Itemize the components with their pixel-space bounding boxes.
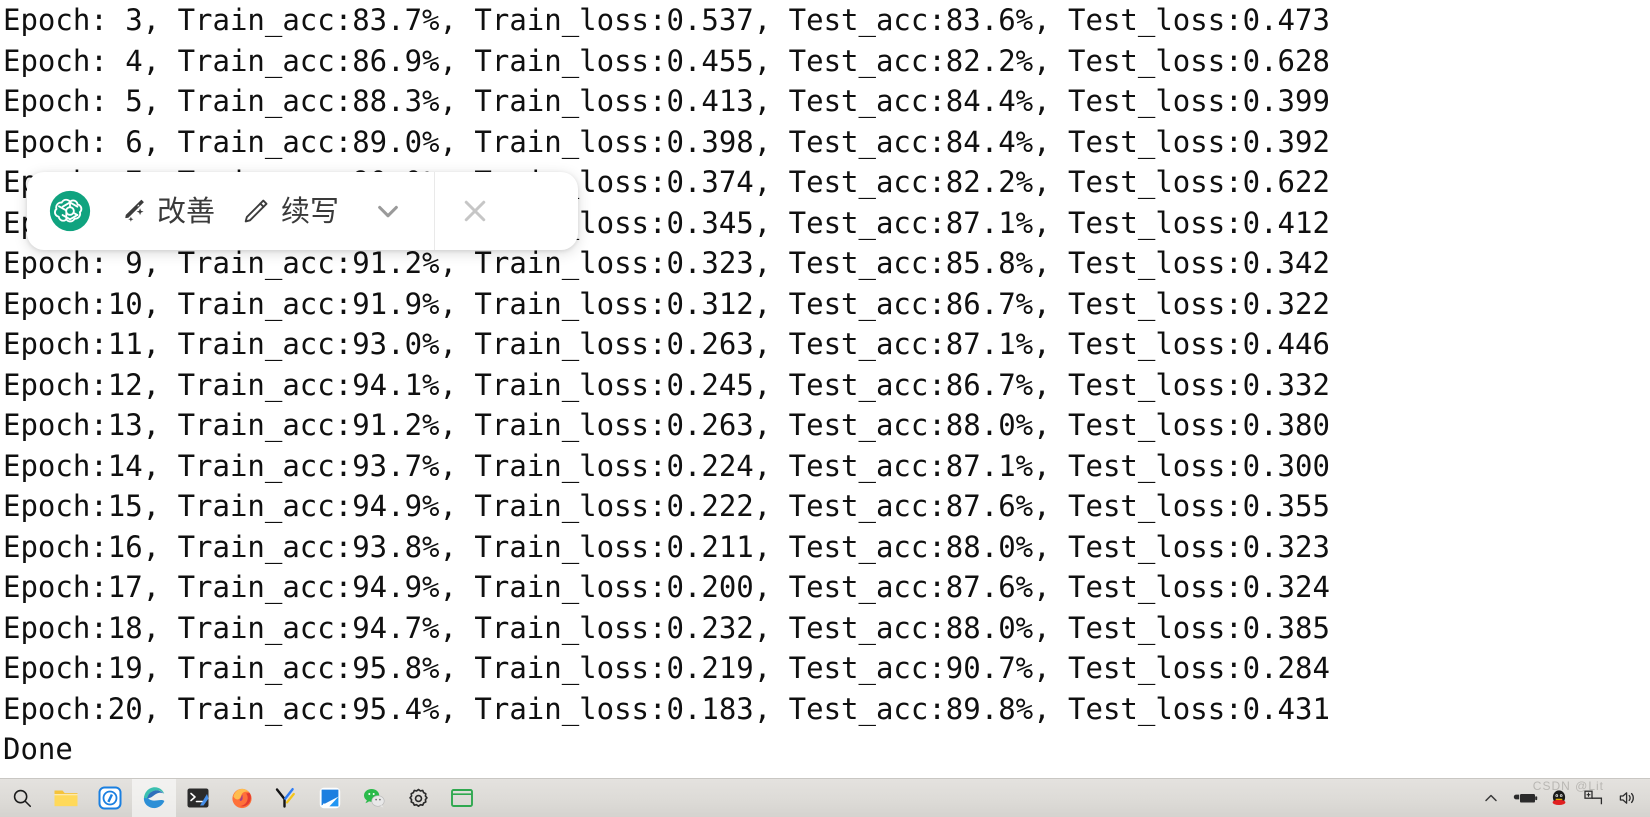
log-line: Epoch:17, Train_acc:94.9%, Train_loss:0.… bbox=[3, 570, 1330, 604]
window-icon bbox=[451, 789, 473, 807]
taskbar-edge[interactable] bbox=[132, 778, 176, 817]
folder-icon bbox=[54, 790, 78, 807]
xmind-icon bbox=[275, 788, 295, 808]
continue-writing-action-button[interactable]: 续写 bbox=[241, 196, 339, 226]
ime-icon bbox=[1584, 790, 1603, 805]
taskbar-file-explorer[interactable] bbox=[44, 779, 88, 817]
tray-battery[interactable] bbox=[1508, 779, 1542, 817]
windows-taskbar[interactable]: CSDN @Lit bbox=[0, 778, 1650, 817]
log-line: Epoch:16, Train_acc:93.8%, Train_loss:0.… bbox=[3, 529, 1330, 564]
magic-wand-icon bbox=[125, 199, 144, 222]
log-line: Epoch: 5, Train_acc:88.3%, Train_loss:0.… bbox=[3, 84, 1330, 118]
log-line: Epoch:12, Train_acc:94.1%, Train_loss:0.… bbox=[3, 367, 1330, 402]
console-output[interactable]: Epoch: 3, Train_acc:83.7%, Train_loss:0.… bbox=[0, 0, 1650, 780]
kugou-icon bbox=[98, 786, 122, 810]
log-line: Epoch: 4, Train_acc:86.9%, Train_loss:0.… bbox=[3, 43, 1330, 78]
taskbar-kugou[interactable] bbox=[88, 779, 132, 817]
taskbar-settings[interactable] bbox=[396, 779, 440, 817]
qq-icon bbox=[1552, 790, 1566, 805]
log-line: Epoch:15, Train_acc:94.9%, Train_loss:0.… bbox=[3, 489, 1330, 523]
firefox-icon bbox=[232, 788, 252, 809]
improve-action-button[interactable]: 改善 bbox=[117, 196, 215, 226]
tray-ime[interactable] bbox=[1576, 779, 1610, 817]
terminal-icon bbox=[187, 788, 209, 808]
log-line: Epoch:19, Train_acc:95.8%, Train_loss:0.… bbox=[3, 651, 1330, 685]
close-icon[interactable] bbox=[455, 191, 495, 231]
improve-action-label: 改善 bbox=[157, 193, 216, 228]
log-line: Epoch:13, Train_acc:91.2%, Train_loss:0.… bbox=[3, 408, 1330, 442]
chevron-down-icon[interactable] bbox=[369, 192, 407, 230]
tray-volume[interactable] bbox=[1610, 779, 1644, 817]
toolbar-divider bbox=[434, 172, 436, 250]
continue-writing-action-label: 续写 bbox=[281, 193, 340, 228]
battery-icon bbox=[1513, 794, 1538, 803]
screen-root: Epoch: 3, Train_acc:83.7%, Train_loss:0.… bbox=[0, 0, 1650, 817]
log-line: Epoch:18, Train_acc:94.7%, Train_loss:0.… bbox=[3, 610, 1330, 645]
chatgpt-logo-icon bbox=[49, 190, 91, 232]
log-line: Done bbox=[3, 732, 73, 766]
taskbar-firefox[interactable] bbox=[220, 779, 264, 817]
pencil-icon bbox=[244, 199, 268, 223]
log-line: Epoch: 6, Train_acc:89.0%, Train_loss:0.… bbox=[3, 124, 1330, 159]
chatgpt-assist-toolbar[interactable]: 改善 续写 bbox=[27, 172, 578, 250]
taskbar-wechat[interactable] bbox=[352, 779, 396, 817]
tray-qq[interactable] bbox=[1542, 779, 1576, 817]
show-hidden-icons-icon bbox=[1485, 794, 1497, 802]
search-icon bbox=[13, 789, 32, 808]
system-tray: CSDN @Lit bbox=[1474, 779, 1650, 817]
volume-icon bbox=[1619, 792, 1634, 804]
taskbar-window[interactable] bbox=[440, 779, 484, 817]
tray-overflow[interactable] bbox=[1474, 779, 1508, 817]
log-line: Epoch:11, Train_acc:93.0%, Train_loss:0.… bbox=[3, 327, 1330, 361]
taskbar-xmind[interactable] bbox=[264, 779, 308, 817]
log-line: Epoch:20, Train_acc:95.4%, Train_loss:0.… bbox=[3, 691, 1330, 726]
edge-icon bbox=[143, 787, 165, 809]
taskbar-terminal[interactable] bbox=[176, 779, 220, 817]
log-line: Epoch: 3, Train_acc:83.7%, Train_loss:0.… bbox=[3, 3, 1330, 37]
taskbar-search[interactable] bbox=[0, 779, 44, 817]
pycharm-icon bbox=[319, 787, 341, 809]
log-line: Epoch:14, Train_acc:93.7%, Train_loss:0.… bbox=[3, 448, 1330, 483]
wechat-icon bbox=[364, 789, 385, 808]
log-line: Epoch:10, Train_acc:91.9%, Train_loss:0.… bbox=[3, 286, 1330, 321]
taskbar-pycharm[interactable] bbox=[308, 779, 352, 817]
taskbar-pinned-apps bbox=[0, 778, 484, 817]
settings-icon bbox=[408, 788, 428, 807]
